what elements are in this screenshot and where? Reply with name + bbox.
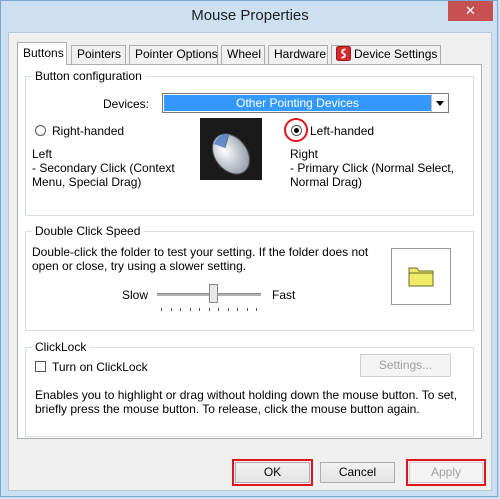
double-click-instructions: Double-click the folder to test your set… bbox=[32, 245, 369, 273]
slider-tick bbox=[180, 308, 181, 311]
tab-pointer-options[interactable]: Pointer Options bbox=[129, 45, 218, 64]
fast-label: Fast bbox=[272, 288, 296, 302]
slider-thumb[interactable] bbox=[209, 284, 218, 303]
left-handed-radio[interactable] bbox=[291, 125, 302, 136]
close-button[interactable]: ✕ bbox=[448, 1, 493, 21]
left-button-desc: - Secondary Click (Context Menu, Special… bbox=[32, 161, 175, 189]
mouse-properties-window: Mouse Properties ✕ Buttons Pointers Poin… bbox=[0, 0, 498, 497]
cancel-button[interactable]: Cancel bbox=[320, 462, 395, 483]
left-handed-label: Left-handed bbox=[310, 124, 375, 138]
button-configuration-group: Button configuration Devices: Other Poin… bbox=[25, 69, 474, 216]
apply-button[interactable]: Apply bbox=[409, 462, 483, 483]
group-legend: Button configuration bbox=[32, 69, 145, 83]
synaptics-icon bbox=[336, 46, 351, 61]
slider-tick bbox=[247, 308, 248, 311]
slider-tick bbox=[256, 308, 257, 311]
slider-tick bbox=[209, 308, 210, 311]
tab-pointers[interactable]: Pointers bbox=[71, 45, 126, 64]
title-bar[interactable]: Mouse Properties ✕ bbox=[1, 1, 499, 31]
tab-hardware[interactable]: Hardware bbox=[268, 45, 328, 64]
clicklock-description: Enables you to highlight or drag without… bbox=[35, 388, 458, 416]
tab-wheel[interactable]: Wheel bbox=[221, 45, 265, 64]
clicklock-group: ClickLock Turn on ClickLock Settings... … bbox=[25, 340, 474, 437]
slider-tick bbox=[190, 308, 191, 311]
folder-icon bbox=[408, 267, 434, 287]
slider-tick bbox=[171, 308, 172, 311]
double-click-speed-slider[interactable] bbox=[157, 284, 261, 314]
group-legend: Double Click Speed bbox=[32, 224, 144, 238]
turn-on-clicklock-checkbox[interactable] bbox=[35, 361, 46, 372]
tab-buttons[interactable]: Buttons bbox=[17, 42, 67, 65]
slider-tick bbox=[237, 308, 238, 311]
clicklock-settings-button[interactable]: Settings... bbox=[360, 354, 451, 377]
right-handed-radio[interactable] bbox=[35, 125, 46, 136]
turn-on-clicklock-label: Turn on ClickLock bbox=[52, 360, 148, 374]
mouse-image bbox=[200, 118, 262, 180]
buttons-tab-panel: Button configuration Devices: Other Poin… bbox=[17, 64, 482, 439]
slider-tick bbox=[218, 308, 219, 311]
slow-label: Slow bbox=[122, 288, 149, 302]
devices-label: Devices: bbox=[103, 97, 150, 111]
tab-device-settings[interactable]: Device Settings bbox=[331, 45, 441, 64]
test-folder-box[interactable] bbox=[391, 248, 451, 305]
group-legend: ClickLock bbox=[32, 340, 90, 354]
devices-selected-value: Other Pointing Devices bbox=[164, 95, 431, 111]
close-icon: ✕ bbox=[465, 3, 476, 18]
slider-tick bbox=[228, 308, 229, 311]
dialog-client-area: Buttons Pointers Pointer Options Wheel H… bbox=[8, 32, 492, 491]
left-button-title: Left bbox=[32, 147, 53, 161]
ok-button[interactable]: OK bbox=[235, 462, 310, 483]
mouse-icon bbox=[211, 133, 251, 175]
devices-dropdown[interactable]: Other Pointing Devices bbox=[162, 93, 449, 113]
slider-tick bbox=[199, 308, 200, 311]
right-button-title: Right bbox=[290, 147, 319, 161]
window-title: Mouse Properties bbox=[191, 7, 309, 24]
chevron-down-icon[interactable] bbox=[431, 94, 448, 112]
slider-tick bbox=[161, 308, 162, 311]
right-handed-label: Right-handed bbox=[52, 124, 125, 138]
right-button-desc: - Primary Click (Normal Select, Normal D… bbox=[290, 161, 455, 189]
double-click-speed-group: Double Click Speed Double-click the fold… bbox=[25, 224, 474, 331]
